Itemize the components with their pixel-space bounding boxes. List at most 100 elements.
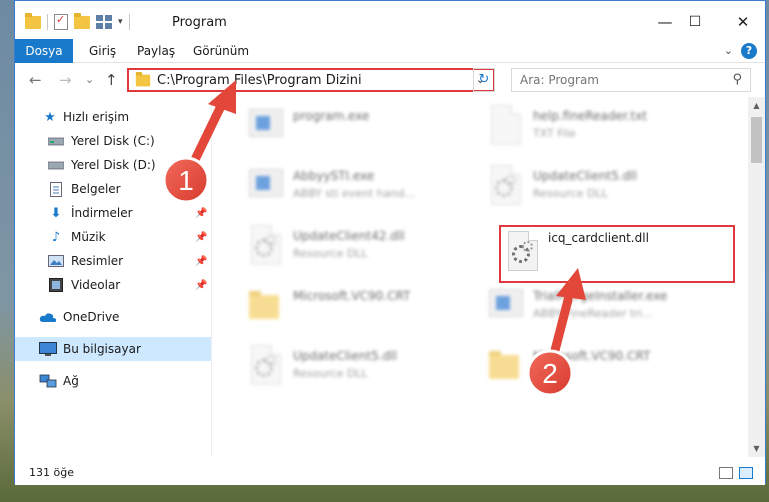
file-type: Resource DLL [293, 247, 368, 260]
sidebar-item-downloads[interactable]: ⬇ İndirmeler 📌 [15, 201, 211, 225]
file-name: Microsoft.VC90.CRT [533, 349, 651, 363]
text-file-icon [485, 105, 525, 149]
pin-icon[interactable]: 📌 [195, 232, 207, 243]
item-count: 131 öğe [29, 466, 74, 479]
scrollbar-thumb[interactable] [751, 117, 762, 163]
dll-file-icon [485, 165, 525, 209]
pin-icon[interactable]: 📌 [195, 256, 207, 267]
navigation-bar: ← → ⌄ ↑ C:\Program Files\Program Dizini … [15, 63, 765, 97]
file-name: UpdateClient5.dll [533, 169, 637, 183]
list-item[interactable]: help.fineReader.txt TXT File [485, 101, 725, 157]
folder-icon [25, 12, 41, 29]
tab-home[interactable]: Giriş [77, 39, 128, 63]
list-item[interactable]: program.exe [245, 101, 485, 157]
sidebar-item-label: Yerel Disk (D:) [71, 158, 156, 172]
details-view-icon[interactable] [719, 467, 733, 479]
music-icon: ♪ [51, 229, 61, 245]
toolbar-separator [128, 14, 130, 30]
folder-icon [135, 71, 151, 86]
dll-file-icon [245, 345, 285, 389]
close-button[interactable]: ✕ [721, 11, 765, 33]
large-icons-view-icon[interactable] [739, 467, 753, 479]
scroll-up-icon[interactable]: ▲ [748, 97, 765, 114]
sidebar-item-network[interactable]: Ağ [15, 369, 211, 393]
sidebar-item-local-disk-c[interactable]: Yerel Disk (C:) [15, 129, 211, 153]
sidebar-item-music[interactable]: ♪ Müzik 📌 [15, 225, 211, 249]
ribbon-tabs: Dosya Giriş Paylaş Görünüm ⌄ ? [15, 39, 765, 95]
toolbar-separator [47, 14, 48, 30]
cloud-icon [39, 309, 57, 325]
up-button[interactable]: ↑ [105, 71, 118, 89]
file-type: Resource DLL [533, 187, 608, 200]
sidebar-item-label: Videolar [71, 278, 121, 292]
sidebar-item-onedrive[interactable]: OneDrive [15, 305, 211, 329]
file-name: UpdateClient42.dll [293, 229, 405, 243]
tab-view[interactable]: Görünüm [181, 39, 261, 63]
pin-icon[interactable]: 📌 [195, 184, 207, 195]
drive-icon [47, 133, 65, 149]
star-icon: ★ [44, 109, 56, 125]
file-name: Microsoft.VC90.CRT [293, 289, 411, 303]
pictures-icon [47, 253, 65, 269]
sidebar-item-local-disk-d[interactable]: Yerel Disk (D:) [15, 153, 211, 177]
title-bar: ▾ Program — ☐ ✕ [15, 1, 765, 39]
customize-toolbar-chevron-icon[interactable]: ▾ [118, 17, 123, 27]
file-name: AbbyySTI.exe [293, 169, 375, 183]
exe-file-icon [245, 165, 285, 209]
dll-file-icon [245, 225, 285, 269]
sidebar-item-documents[interactable]: Belgeler 📌 [15, 177, 211, 201]
file-name: program.exe [293, 109, 370, 123]
file-type: TXT File [533, 127, 576, 140]
quick-access-toolbar: ▾ [25, 12, 130, 31]
sidebar-item-label: İndirmeler [71, 206, 133, 220]
file-type: ABBY FineReader tri... [533, 307, 653, 320]
sidebar-item-quick-access[interactable]: ★ Hızlı erişim [15, 105, 211, 129]
explorer-window: ▾ Program — ☐ ✕ Dosya Giriş Paylaş Görün… [14, 0, 766, 485]
search-input[interactable] [520, 69, 720, 91]
pin-icon[interactable]: 📌 [195, 208, 207, 219]
list-item[interactable]: Microsoft.VC90.CRT [245, 281, 485, 337]
sidebar-item-label: Müzik [71, 230, 106, 244]
pane-divider[interactable] [211, 97, 212, 457]
vertical-scrollbar[interactable]: ▲ ▼ [748, 97, 765, 457]
recent-locations-chevron-icon[interactable]: ⌄ [85, 73, 94, 86]
sidebar-item-label: Resimler [71, 254, 124, 268]
file-type: Resource DLL [293, 367, 368, 380]
expand-ribbon-chevron-icon[interactable]: ⌄ [724, 44, 733, 57]
file-type: ABBY sti event hand... [293, 187, 415, 200]
list-item[interactable]: AbbyySTI.exe ABBY sti event hand... [245, 161, 485, 217]
refresh-button[interactable]: ↻ [473, 68, 495, 92]
address-path: C:\Program Files\Program Dizini [157, 72, 362, 88]
exe-file-icon [485, 285, 525, 329]
view-options-icon[interactable] [96, 15, 112, 29]
list-item[interactable]: UpdateClient5.dll Resource DLL [245, 341, 485, 397]
maximize-button[interactable]: ☐ [673, 11, 717, 33]
address-bar[interactable]: C:\Program Files\Program Dizini ⌄ [127, 68, 495, 92]
back-button[interactable]: ← [29, 71, 42, 89]
sidebar-item-videos[interactable]: Videolar 📌 [15, 273, 211, 297]
new-folder-icon[interactable] [74, 12, 90, 29]
help-icon[interactable]: ? [741, 43, 757, 59]
sidebar-item-label: Yerel Disk (C:) [71, 134, 155, 148]
sidebar-item-label: Bu bilgisayar [63, 342, 141, 356]
list-item[interactable]: UpdateClient5.dll Resource DLL [485, 161, 725, 217]
window-title: Program [172, 15, 227, 30]
sidebar-item-pictures[interactable]: Resimler 📌 [15, 249, 211, 273]
sidebar-item-this-pc[interactable]: Bu bilgisayar [15, 337, 211, 361]
forward-button[interactable]: → [59, 71, 72, 89]
list-item[interactable]: Microsoft.VC90.CRT [485, 341, 725, 397]
sidebar-item-label: Belgeler [71, 182, 121, 196]
scroll-down-icon[interactable]: ▼ [748, 440, 765, 457]
pin-icon[interactable]: 📌 [195, 280, 207, 291]
sidebar-item-label: OneDrive [63, 310, 120, 324]
list-item[interactable]: TrialMergeInstaller.exe ABBY FineReader … [485, 281, 725, 337]
target-file-highlight [499, 225, 735, 283]
properties-icon[interactable] [54, 13, 68, 30]
computer-icon [39, 341, 57, 357]
search-icon[interactable]: ⚲ [732, 72, 742, 87]
drive-icon [47, 157, 65, 173]
search-box[interactable]: ⚲ [511, 68, 751, 92]
folder-icon [485, 345, 525, 389]
tab-share[interactable]: Paylaş [125, 39, 187, 63]
list-item[interactable]: UpdateClient42.dll Resource DLL [245, 221, 485, 277]
